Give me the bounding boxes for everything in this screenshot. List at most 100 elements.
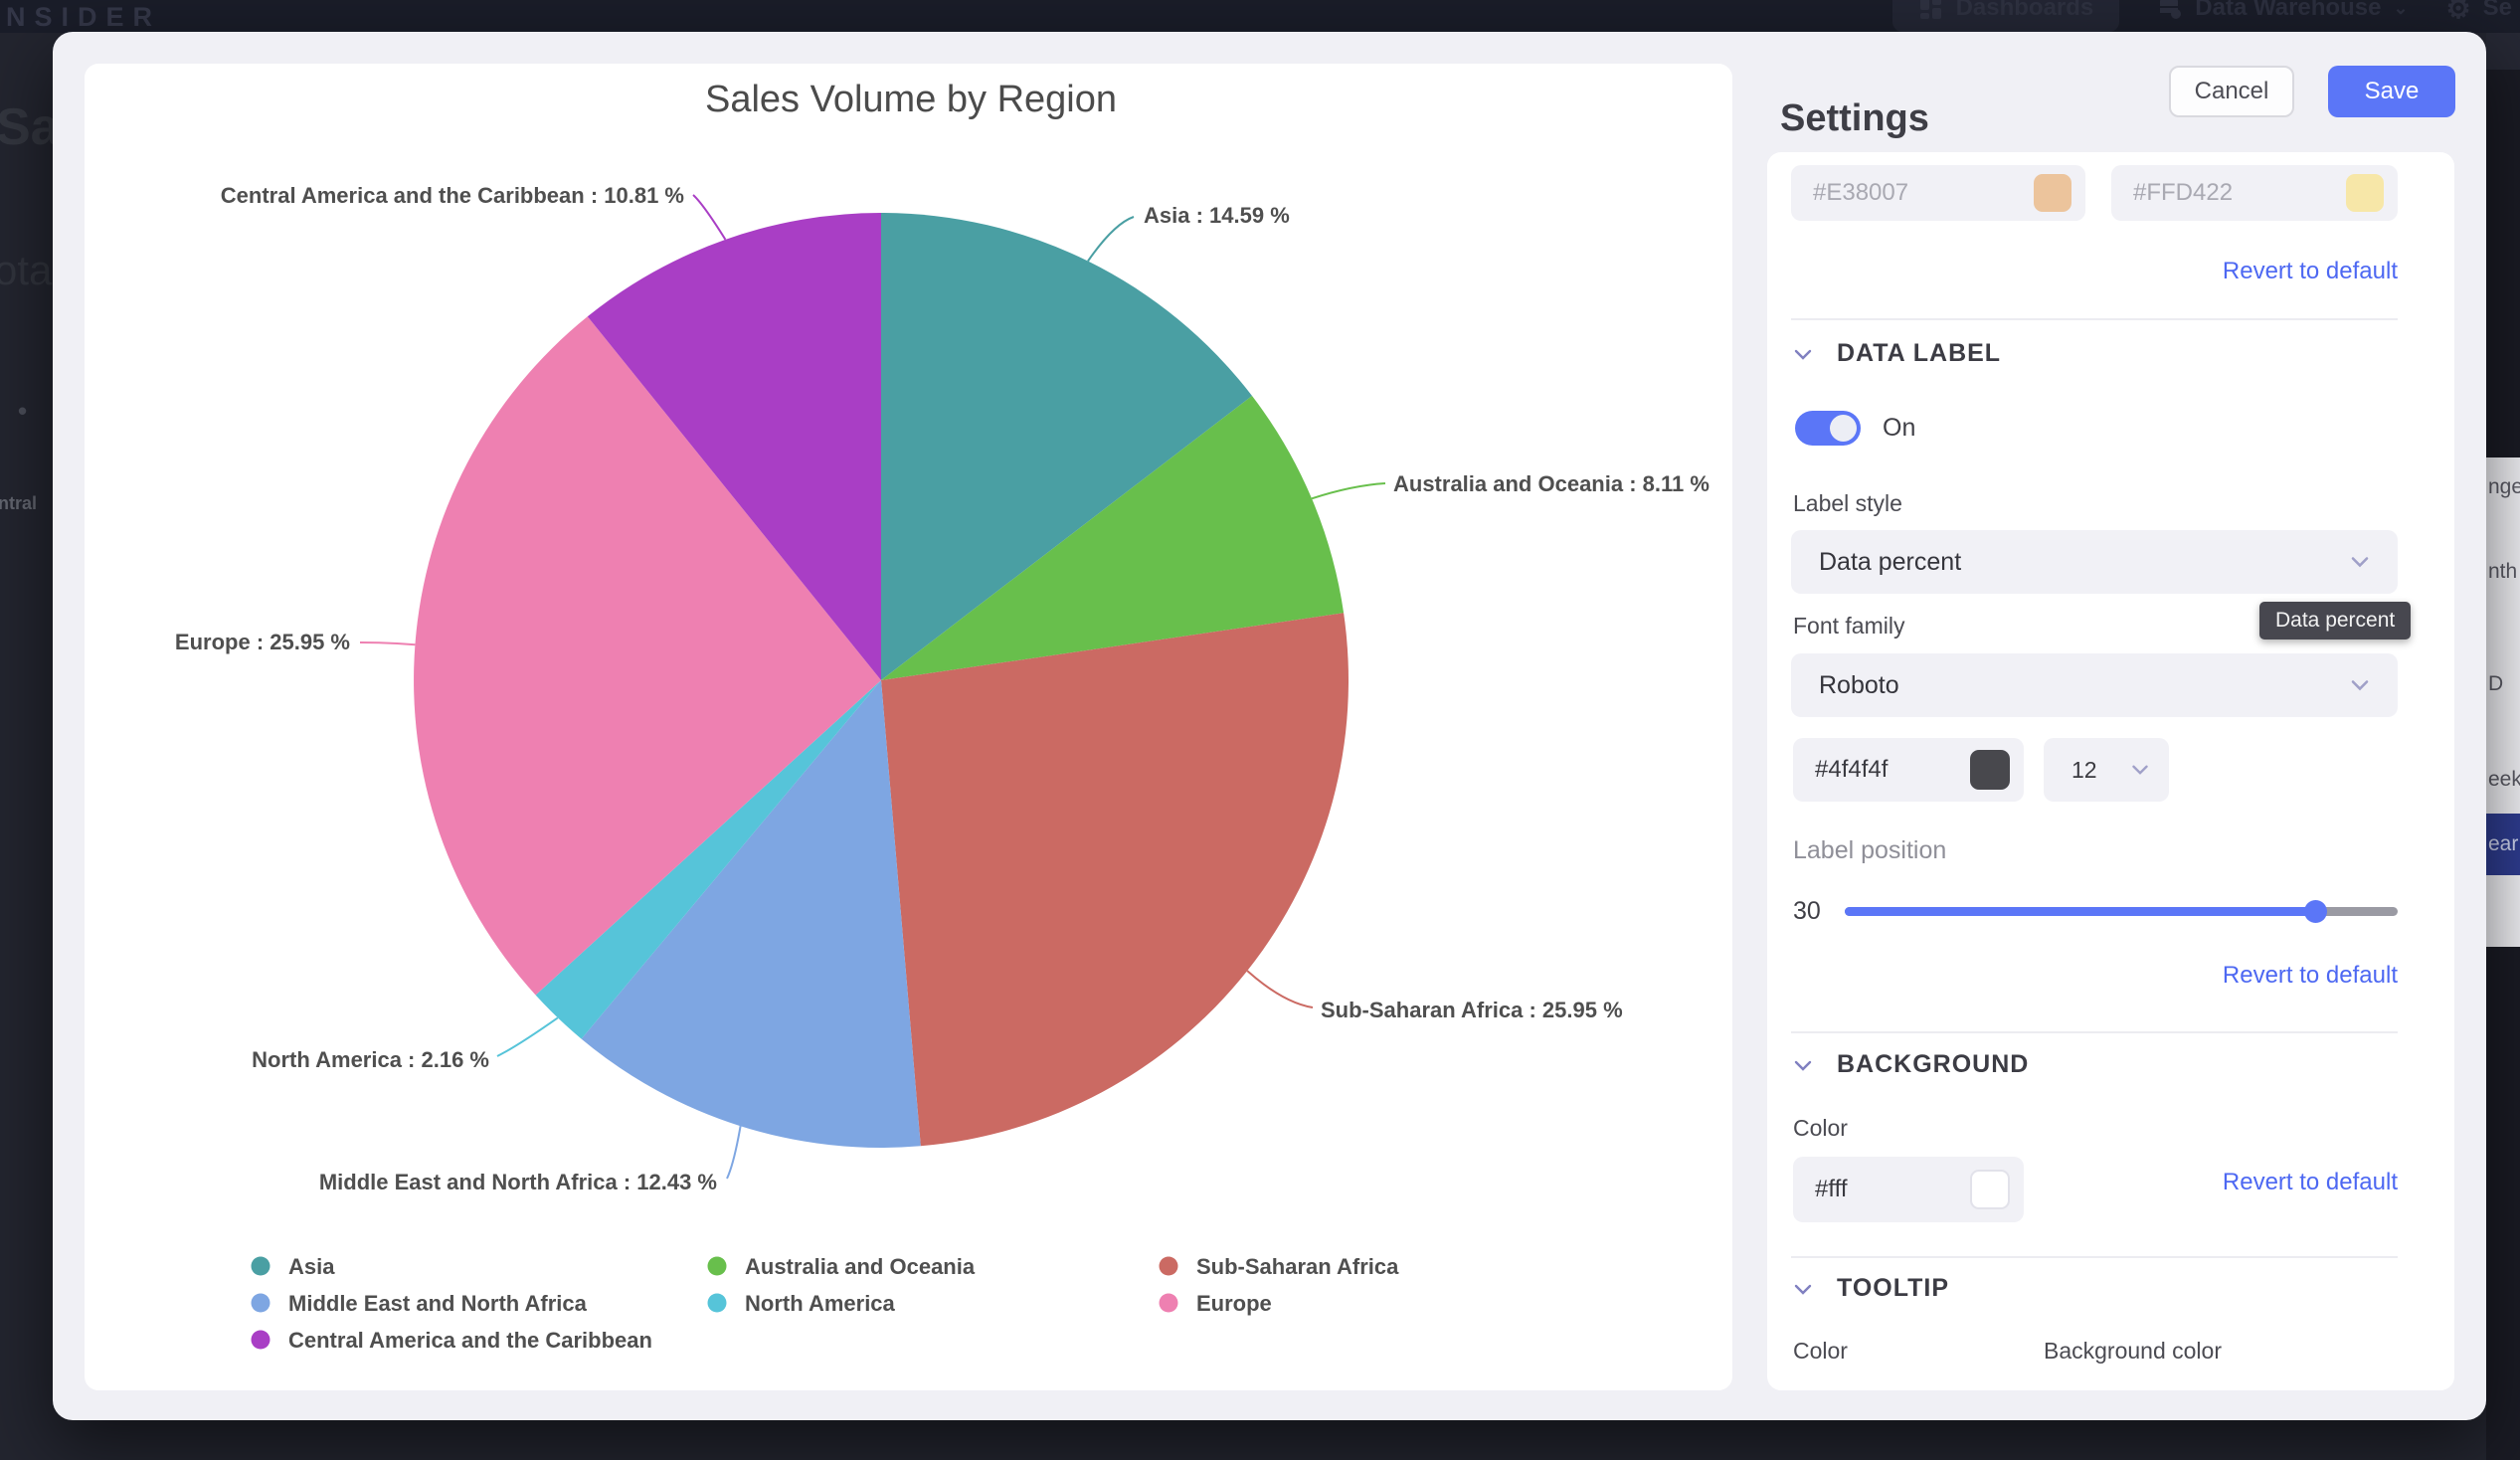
color-swatch-1[interactable] [2034, 174, 2071, 212]
chevron-down-icon [1791, 342, 1815, 366]
slice-label-6: Central America and the Caribbean : 10.8… [221, 183, 684, 208]
legend-dot[interactable] [708, 1294, 727, 1313]
label-style-value: Data percent [1819, 548, 1961, 577]
dashboards-icon [1918, 0, 1944, 21]
settings-panel: #E38007 #FFD422 Revert to default DATA L… [1767, 152, 2454, 1390]
font-color-hex[interactable]: #4f4f4f [1815, 756, 1888, 784]
revert-link-3[interactable]: Revert to default [2099, 1169, 2398, 1196]
label-position-slider-row: 30 [1793, 897, 2398, 926]
label-line-0 [1088, 217, 1134, 262]
label-style-select[interactable]: Data percent [1791, 530, 2398, 594]
slice-label-5: Europe : 25.95 % [175, 630, 350, 654]
slider-thumb[interactable] [2304, 900, 2327, 923]
label-line-5 [360, 642, 415, 644]
legend-dot[interactable] [1160, 1294, 1178, 1313]
legend-label[interactable]: Sub-Saharan Africa [1196, 1254, 1399, 1279]
section-data-label[interactable]: DATA LABEL [1791, 339, 2001, 368]
cancel-button[interactable]: Cancel [2169, 66, 2294, 117]
color-swatch-2[interactable] [2346, 174, 2384, 212]
database-icon [2157, 0, 2183, 21]
label-position-label: Label position [1793, 836, 1946, 865]
legend-label[interactable]: Asia [288, 1254, 335, 1279]
nav-settings-label: Se [2483, 0, 2512, 22]
legend-label[interactable]: Middle East and North Africa [288, 1291, 588, 1316]
legend-dot[interactable] [252, 1257, 270, 1276]
label-style-label: Label style [1793, 490, 1902, 517]
data-label-toggle[interactable] [1795, 411, 1861, 446]
section-background[interactable]: BACKGROUND [1791, 1050, 2029, 1079]
style-tooltip: Data percent [2259, 602, 2411, 639]
save-button[interactable]: Save [2328, 66, 2455, 117]
toggle-state-label: On [1883, 414, 1915, 443]
background-color-hex[interactable]: #fff [1815, 1176, 1847, 1203]
tooltip-bg-color-label: Background color [2044, 1338, 2222, 1365]
nav-dashboards-label: Dashboards [1956, 0, 2094, 22]
chart-card: Sales Volume by RegionAsia : 14.59 %Aust… [85, 64, 1732, 1390]
color-hex-2[interactable]: #FFD422 [2133, 179, 2233, 207]
font-family-select[interactable]: Roboto [1791, 653, 2398, 717]
legend-label[interactable]: Central America and the Caribbean [288, 1328, 652, 1353]
color-hex-1[interactable]: #E38007 [1813, 179, 1908, 207]
nav-settings[interactable]: ⚙ Se [2446, 0, 2512, 25]
nav-data-warehouse[interactable]: Data Warehouse ⌄ [2157, 0, 2408, 22]
chevron-down-icon [2127, 757, 2153, 783]
slider-value: 30 [1793, 897, 1845, 926]
slice-label-1: Australia and Oceania : 8.11 % [1393, 471, 1710, 496]
toggle-knob [1830, 415, 1857, 442]
background-color-input[interactable]: #fff [1793, 1157, 2024, 1222]
font-color-input[interactable]: #4f4f4f [1793, 738, 2024, 802]
chevron-down-icon [1791, 1277, 1815, 1301]
chart-settings-modal: Sales Volume by RegionAsia : 14.59 %Aust… [53, 32, 2486, 1420]
label-line-6 [693, 195, 725, 240]
app-logo: NSIDER [6, 2, 161, 33]
bg-menu-item: nge [2488, 475, 2520, 499]
legend-label[interactable]: Europe [1196, 1291, 1272, 1316]
chevron-down-icon [2346, 671, 2374, 699]
pie-chart[interactable]: Sales Volume by RegionAsia : 14.59 %Aust… [85, 64, 1732, 1390]
font-color-swatch[interactable] [1970, 750, 2010, 790]
bg-menu-item: eek [2488, 768, 2520, 792]
legend-dot[interactable] [1160, 1257, 1178, 1276]
legend-dot[interactable] [252, 1294, 270, 1313]
tooltip-color-label: Color [1793, 1338, 1848, 1365]
color-input-2[interactable]: #FFD422 [2111, 165, 2398, 221]
bg-right-toolbar [2486, 33, 2520, 70]
settings-title: Settings [1780, 97, 1929, 140]
font-family-label: Font family [1793, 613, 1904, 639]
legend-dot[interactable] [708, 1257, 727, 1276]
bg-dropdown-panel: nge nth D eek ear [2486, 457, 2520, 947]
bg-menu-item-selected: ear [2486, 814, 2520, 875]
slice-label-2: Sub-Saharan Africa : 25.95 % [1321, 998, 1623, 1022]
chevron-down-icon [1791, 1053, 1815, 1077]
bg-menu-item: nth [2488, 560, 2517, 584]
bg-fragment-bullet: • [18, 396, 27, 427]
slider-fill [1845, 907, 2315, 916]
pie-slice-2[interactable] [881, 613, 1349, 1146]
bg-menu-item: D [2488, 672, 2503, 696]
bg-fragment-ota: ota [0, 247, 52, 294]
legend-label[interactable]: North America [745, 1291, 896, 1316]
color-input-1[interactable]: #E38007 [1791, 165, 2085, 221]
divider [1791, 1031, 2398, 1033]
bg-fragment-ntral: ntral [0, 493, 37, 514]
top-navbar: NSIDER Dashboards Data Warehouse ⌄ ⚙ Se [0, 0, 2520, 33]
label-line-1 [1312, 483, 1385, 498]
legend-label[interactable]: Australia and Oceania [745, 1254, 976, 1279]
slice-label-3: Middle East and North Africa : 12.43 % [319, 1170, 717, 1194]
revert-link-2[interactable]: Revert to default [2099, 962, 2398, 990]
legend-dot[interactable] [252, 1331, 270, 1350]
chevron-down-icon: ⌄ [2393, 0, 2408, 19]
background-color-swatch[interactable] [1970, 1170, 2010, 1209]
chevron-down-icon [2346, 548, 2374, 576]
font-family-value: Roboto [1819, 671, 1899, 700]
nav-data-warehouse-label: Data Warehouse [2195, 0, 2381, 22]
revert-link-1[interactable]: Revert to default [2099, 258, 2398, 285]
label-line-2 [1247, 971, 1313, 1007]
label-position-slider[interactable] [1845, 907, 2398, 916]
nav-dashboards[interactable]: Dashboards [1892, 0, 2120, 32]
label-line-4 [497, 1017, 558, 1056]
section-tooltip[interactable]: TOOLTIP [1791, 1274, 1949, 1303]
bg-right-dark-lower [2486, 947, 2520, 1460]
font-size-value: 12 [2071, 757, 2097, 784]
font-size-select[interactable]: 12 [2044, 738, 2169, 802]
